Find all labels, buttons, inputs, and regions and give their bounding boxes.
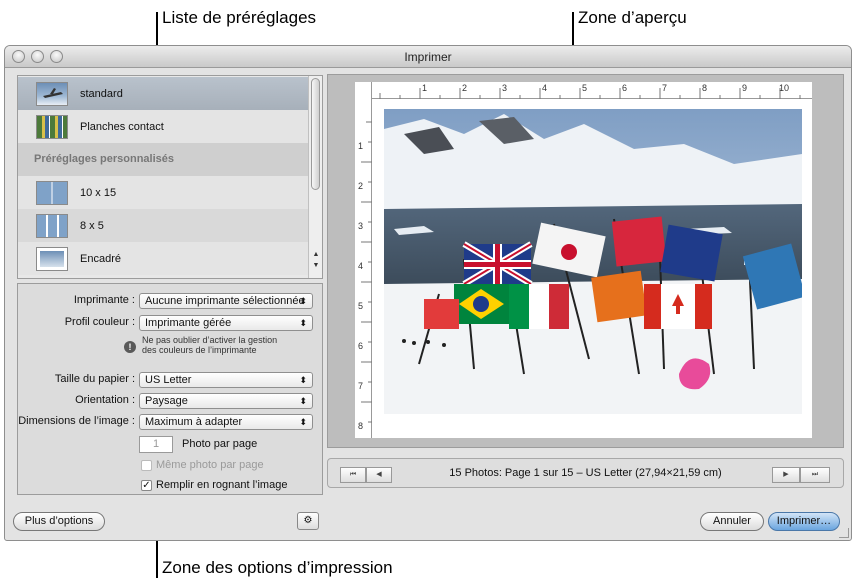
preset-thumbnail [36,114,68,139]
preset-thumbnail [36,246,68,271]
cancel-button[interactable]: Annuler [700,512,764,531]
photos-per-page-label: Photo par page [182,438,258,450]
preset-label: 8 x 5 [80,219,104,232]
popup-arrows-icon: ⬍ [299,396,307,406]
image-size-label: Dimensions de l’image : [18,415,135,427]
ruler-mark: 5 [358,301,364,311]
preset-item-10x15[interactable]: 10 x 15 [18,176,308,209]
page-info: 15 Photos: Page 1 sur 15 – US Letter (27… [449,467,722,479]
ruler-mark: 10 [779,83,790,93]
color-profile-value: Imprimante gérée [145,317,232,329]
ruler-mark: 2 [462,83,468,93]
ruler-mark: 8 [702,83,708,93]
callout-print-options: Zone des options d’impression [162,558,393,577]
scroll-down-arrow-icon[interactable]: ▼ [310,261,322,271]
window-title: Imprimer [404,50,452,64]
popup-arrows-icon: ⬍ [299,296,307,306]
image-size-value: Maximum à adapter [145,416,243,428]
horizontal-ruler: 1 2 3 4 5 6 7 8 9 10 [355,82,812,99]
resize-grip-icon[interactable] [839,528,849,538]
paper-size-popup[interactable]: US Letter ⬍ [139,372,313,388]
printer-value: Aucune imprimante sélectionnée [145,295,305,307]
preset-list: standard Planches contact Préréglages pe… [17,75,323,279]
scroll-up-arrow-icon[interactable]: ▲ [310,250,322,260]
warning-icon: ! [124,341,136,353]
ruler-mark: 5 [582,83,588,93]
preset-label: Planches contact [80,120,164,133]
ruler-mark: 8 [358,421,364,431]
image-size-popup[interactable]: Maximum à adapter ⬍ [139,414,313,430]
orientation-label: Orientation : [75,394,135,406]
ruler-mark: 9 [742,83,748,93]
more-options-button[interactable]: Plus d’options [13,512,105,531]
preset-label: 10 x 15 [80,186,117,199]
same-photo-label: Même photo par page [156,459,264,471]
preset-item-standard[interactable]: standard [18,77,308,110]
print-button[interactable]: Imprimer… [768,512,840,531]
paper-size-value: US Letter [145,374,192,386]
ruler-mark: 6 [622,83,628,93]
scroll-thumb[interactable] [311,78,320,190]
preset-label: Encadré [80,252,121,265]
callout-preset-list: Liste de préréglages [162,8,317,27]
ruler-mark: 7 [662,83,668,93]
orientation-popup[interactable]: Paysage ⬍ [139,393,313,409]
ruler-mark: 7 [358,381,364,391]
ruler-mark: 1 [422,83,428,93]
gear-icon: ⚙ [303,515,313,526]
color-profile-popup[interactable]: Imprimante gérée ⬍ [139,315,313,331]
custom-presets-header: Préréglages personnalisés [18,143,308,176]
preset-label: standard [80,87,123,100]
next-page-button[interactable]: ▶ [772,467,800,483]
popup-arrows-icon: ⬍ [299,318,307,328]
last-page-icon: ⏭ [811,471,819,478]
printer-popup[interactable]: Aucune imprimante sélectionnée ⬍ [139,293,313,309]
preset-thumbnail [36,81,68,106]
orientation-value: Paysage [145,395,188,407]
crop-fill-label: Remplir en rognant l’image [156,479,288,491]
same-photo-checkbox[interactable] [141,460,152,471]
paper-size-label: Taille du papier : [54,373,135,385]
ruler-mark: 2 [358,181,364,191]
ruler-mark: 4 [542,83,548,93]
popup-arrows-icon: ⬍ [299,375,307,385]
next-page-icon: ▶ [783,471,789,478]
callout-preview-area: Zone d’aperçu [578,8,687,27]
preview-photo [384,109,802,414]
print-options-panel: Imprimante : Aucune imprimante sélection… [17,283,323,495]
preset-thumbnail [36,213,68,238]
printer-label: Imprimante : [73,294,135,306]
popup-arrows-icon: ⬍ [299,417,307,427]
photos-per-page-field[interactable]: 1 [139,436,173,453]
gear-menu-button[interactable]: ⚙ [297,512,319,530]
preset-list-scrollbar[interactable]: ▲ ▼ [308,76,322,278]
color-management-warning: Ne pas oublier d’activer la gestion des … [142,335,278,355]
ruler-mark: 6 [358,341,364,351]
last-page-button[interactable]: ⏭ [800,467,830,483]
page-navigation-bar: ⏮ ◀ 15 Photos: Page 1 sur 15 – US Letter… [327,458,844,488]
title-bar: Imprimer [5,46,851,68]
preset-thumbnail [36,180,68,205]
preset-item-8x5[interactable]: 8 x 5 [18,209,308,242]
preset-item-framed[interactable]: Encadré [18,242,308,275]
crop-fill-checkbox[interactable]: ✓ [141,480,152,491]
ruler-mark: 4 [358,261,364,271]
ruler-mark: 1 [358,141,364,151]
color-profile-label: Profil couleur : [64,316,135,328]
ruler-mark: 3 [358,221,364,231]
vertical-ruler: 1 2 3 4 5 6 7 8 [355,82,372,438]
preset-item-contact-sheets[interactable]: Planches contact [18,110,308,143]
ruler-mark: 3 [502,83,508,93]
